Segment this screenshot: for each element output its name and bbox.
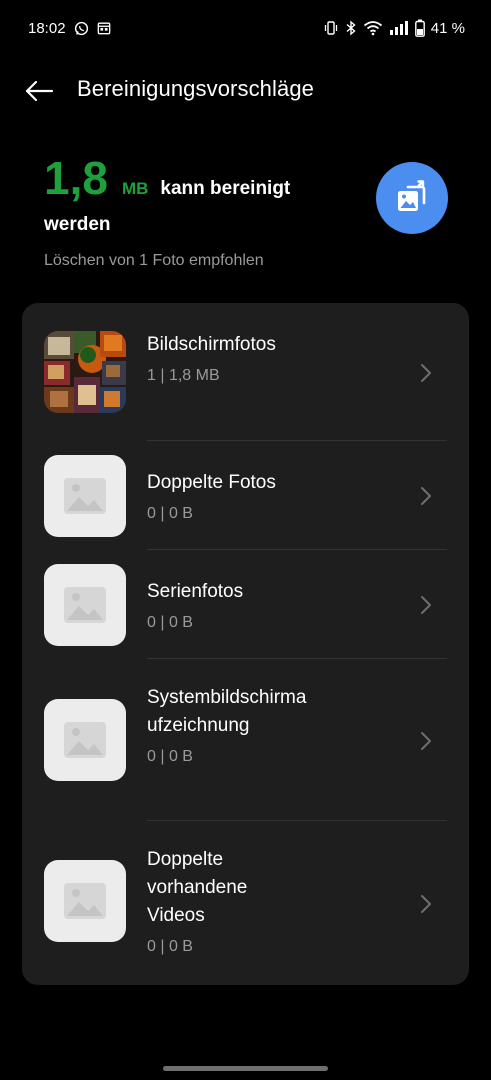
list-item-text: Bildschirmfotos 1 | 1,8 MB — [147, 331, 307, 387]
list-item-title: Systembildschirmaufzeichnung — [147, 687, 307, 736]
list-item-title: Bildschirmfotos — [147, 334, 276, 355]
list-item-text: Serienfotos 0 | 0 B — [147, 578, 307, 634]
app-bar: Bereinigungsvorschläge — [0, 64, 491, 118]
battery-percent: 41 % — [430, 19, 465, 37]
status-right: 41 % — [323, 19, 465, 37]
summary-subtitle: Löschen von 1 Foto empfohlen — [44, 252, 264, 269]
summary-headline: 1,8 MB kann bereinigt — [44, 150, 344, 206]
whatsapp-icon — [74, 21, 89, 36]
summary-text-line1: kann bereinigt — [160, 178, 291, 199]
chevron-right-icon — [421, 364, 431, 382]
list-item-title: Doppelte vorhandene Videos — [147, 849, 248, 926]
clean-photos-button[interactable] — [376, 162, 448, 234]
battery-icon — [414, 19, 425, 37]
chevron-right-icon — [421, 596, 431, 614]
image-placeholder-icon — [44, 564, 126, 646]
image-placeholder-icon — [44, 860, 126, 942]
list-item-duplicate-videos[interactable]: Doppelte vorhandene Videos 0 | 0 B — [22, 821, 469, 985]
signal-icon — [389, 20, 409, 36]
cleanable-size-unit: MB — [121, 179, 149, 198]
cleanable-size-value: 1,8 — [44, 152, 108, 204]
list-item-duplicate-photos[interactable]: Doppelte Fotos 0 | 0 B — [22, 441, 469, 550]
photo-clean-icon — [398, 180, 426, 211]
arrow-left-icon — [25, 80, 54, 102]
back-button[interactable] — [22, 74, 56, 108]
page-title: Bereinigungsvorschläge — [77, 76, 315, 101]
home-indicator[interactable] — [163, 1066, 328, 1071]
vibrate-icon — [323, 20, 339, 36]
chevron-right-icon — [421, 732, 431, 750]
list-item-subtitle: 0 | 0 B — [147, 614, 193, 631]
image-placeholder-icon — [44, 455, 126, 537]
list-item-text: Systembildschirmaufzeichnung 0 | 0 B — [147, 684, 307, 768]
status-bar: 18:02 41 % — [0, 0, 491, 56]
cleanup-category-list: Bildschirmfotos 1 | 1,8 MB Doppelte Foto… — [22, 303, 469, 985]
list-item-screen-recordings[interactable]: Systembildschirmaufzeichnung 0 | 0 B — [22, 659, 469, 820]
list-item-title: Doppelte Fotos — [147, 472, 276, 493]
summary-text-line2: werden — [44, 214, 111, 235]
list-item-subtitle: 0 | 0 B — [147, 938, 193, 955]
chevron-right-icon — [421, 895, 431, 913]
chevron-right-icon — [421, 487, 431, 505]
status-left: 18:02 — [28, 20, 111, 37]
screenshot-thumbnail — [44, 331, 126, 413]
bluetooth-icon — [345, 20, 357, 36]
list-item-title: Serienfotos — [147, 581, 244, 602]
list-item-screenshots[interactable]: Bildschirmfotos 1 | 1,8 MB — [22, 303, 469, 440]
list-item-burst-photos[interactable]: Serienfotos 0 | 0 B — [22, 550, 469, 659]
status-time: 18:02 — [28, 19, 66, 37]
list-item-subtitle: 1 | 1,8 MB — [147, 367, 220, 384]
list-item-text: Doppelte Fotos 0 | 0 B — [147, 469, 307, 525]
wifi-icon — [363, 20, 383, 36]
image-placeholder-icon — [44, 699, 126, 781]
list-item-subtitle: 0 | 0 B — [147, 505, 193, 522]
list-item-subtitle: 0 | 0 B — [147, 748, 193, 765]
calendar-icon — [97, 21, 111, 35]
cleanup-summary: 1,8 MB kann bereinigt werden Löschen von… — [44, 150, 344, 270]
list-item-text: Doppelte vorhandene Videos 0 | 0 B — [147, 846, 297, 958]
